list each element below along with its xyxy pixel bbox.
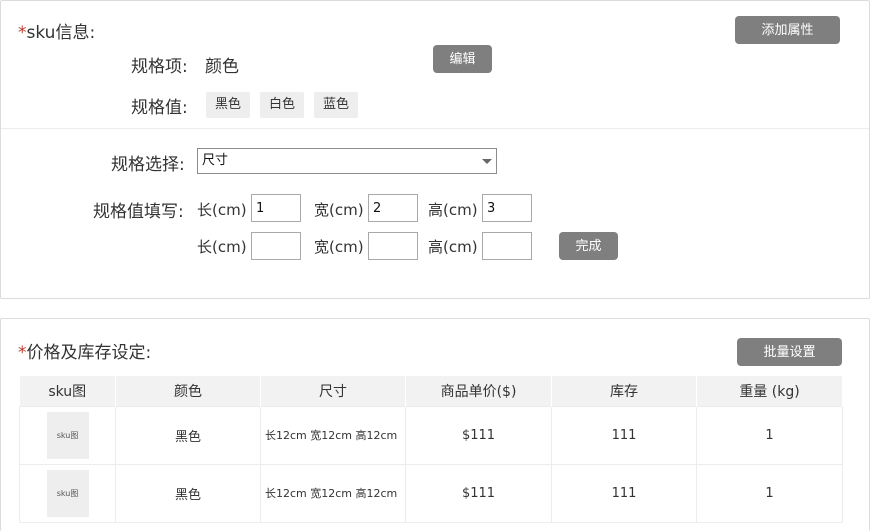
- height-label: 高(cm): [428, 201, 478, 219]
- column-header: 库存: [551, 376, 697, 406]
- length-input[interactable]: [251, 232, 301, 260]
- column-header: 尺寸: [260, 376, 406, 406]
- spec-select-value: 尺寸: [202, 153, 229, 168]
- stock-cell[interactable]: 111: [551, 405, 697, 465]
- price-stock-title: *价格及库存设定:: [18, 343, 152, 363]
- sku-image-cell: sku图: [19, 463, 116, 523]
- spec-value-tag[interactable]: 白色: [260, 92, 304, 118]
- length-label: 长(cm): [197, 238, 247, 256]
- column-header: 重量 (kg): [696, 376, 843, 406]
- sku-info-title: *sku信息:: [18, 23, 96, 43]
- dropdown-arrow-icon: [482, 159, 492, 164]
- spec-select-dropdown[interactable]: 尺寸: [197, 148, 497, 174]
- column-header: 颜色: [115, 376, 261, 406]
- table-header-row: sku图 颜色 尺寸 商品单价($) 库存 重量 (kg): [19, 376, 843, 406]
- section-divider: [1, 128, 869, 129]
- edit-button[interactable]: 编辑: [433, 45, 492, 73]
- sku-image-placeholder[interactable]: sku图: [46, 411, 89, 459]
- width-label: 宽(cm): [314, 201, 364, 219]
- table-row: sku图 黑色 长12cm 宽12cm 高12cm $111 111 1: [19, 405, 843, 465]
- size-cell: 长12cm 宽12cm 高12cm: [260, 463, 406, 523]
- done-button[interactable]: 完成: [559, 232, 618, 260]
- weight-cell[interactable]: 1: [696, 405, 843, 465]
- height-input[interactable]: [482, 194, 532, 222]
- color-cell: 黑色: [115, 463, 261, 523]
- spec-item-label: 规格项:: [131, 57, 188, 77]
- spec-value-label: 规格值:: [131, 98, 188, 118]
- spec-fill-label: 规格值填写:: [93, 202, 184, 222]
- table-row: sku图 黑色 长12cm 宽12cm 高12cm $111 111 1: [19, 463, 843, 523]
- width-input[interactable]: [368, 194, 418, 222]
- length-input[interactable]: [251, 194, 301, 222]
- sku-image-placeholder[interactable]: sku图: [46, 469, 89, 517]
- height-input[interactable]: [482, 232, 532, 260]
- sku-price-table: sku图 颜色 尺寸 商品单价($) 库存 重量 (kg) sku图 黑色 长1…: [19, 376, 843, 523]
- color-cell: 黑色: [115, 405, 261, 465]
- width-label: 宽(cm): [314, 238, 364, 256]
- price-cell[interactable]: $111: [405, 463, 552, 523]
- width-input[interactable]: [368, 232, 418, 260]
- column-header: sku图: [19, 376, 116, 406]
- price-cell[interactable]: $111: [405, 405, 552, 465]
- weight-cell[interactable]: 1: [696, 463, 843, 523]
- spec-select-label: 规格选择:: [111, 155, 185, 175]
- spec-item-value: 颜色: [205, 57, 239, 77]
- length-label: 长(cm): [197, 201, 247, 219]
- stock-cell[interactable]: 111: [551, 463, 697, 523]
- sku-image-cell: sku图: [19, 405, 116, 465]
- column-header: 商品单价($): [405, 376, 552, 406]
- batch-settings-button[interactable]: 批量设置: [737, 338, 842, 366]
- spec-value-tag[interactable]: 黑色: [206, 92, 250, 118]
- add-attribute-button[interactable]: 添加属性: [735, 16, 840, 44]
- spec-value-tag[interactable]: 蓝色: [314, 92, 358, 118]
- size-cell: 长12cm 宽12cm 高12cm: [260, 405, 406, 465]
- height-label: 高(cm): [428, 238, 478, 256]
